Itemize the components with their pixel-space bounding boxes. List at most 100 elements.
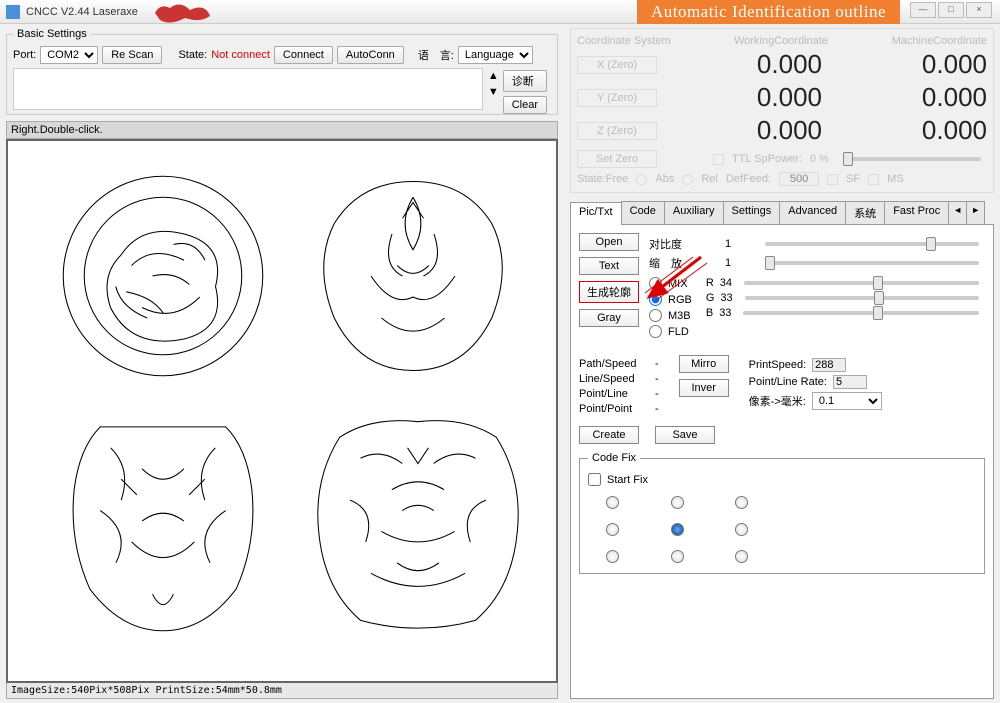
clear-button[interactable]: Clear [503, 96, 547, 114]
r-value: 34 [720, 277, 732, 289]
tab-scroll-left[interactable]: ◄ [948, 201, 967, 224]
tab-body: Open Text 生成轮廓 Gray 对比度 1 缩 放 1 [570, 225, 994, 699]
ttl-checkbox[interactable] [713, 154, 724, 165]
log-down-button[interactable]: ▼ [488, 86, 499, 98]
ttl-slider[interactable] [843, 157, 981, 161]
app-icon [6, 5, 20, 19]
x-mach-value: 0.000 [857, 49, 987, 80]
state-free: State:Free [577, 173, 628, 185]
rel-radio[interactable] [682, 174, 693, 185]
minimize-button[interactable]: — [910, 2, 936, 18]
contrast-slider[interactable] [765, 242, 979, 246]
basic-settings: Basic Settings Port: COM2 Re Scan State:… [6, 28, 558, 115]
coord-sys-label: Coordinate System [577, 35, 671, 47]
tab-code[interactable]: Code [621, 201, 665, 224]
port-label: Port: [13, 49, 36, 61]
b-slider[interactable] [743, 311, 979, 315]
banner: Automatic Identification outline [637, 0, 900, 24]
ttl-value: 0 % [810, 153, 829, 165]
ms-checkbox[interactable] [868, 174, 879, 185]
tab-pic[interactable]: Pic/Txt [570, 202, 622, 225]
contrast-label: 对比度 [649, 236, 719, 252]
annotation-arrow [641, 255, 711, 305]
port-select[interactable]: COM2 [40, 46, 98, 64]
design-1 [58, 171, 268, 381]
fix-tl[interactable] [606, 496, 619, 509]
maximize-button[interactable]: □ [938, 2, 964, 18]
contrast-value: 1 [725, 238, 753, 250]
state-value: Not connect [211, 49, 270, 61]
canvas[interactable] [6, 139, 558, 683]
tab-advanced[interactable]: Advanced [779, 201, 846, 224]
fix-bl[interactable] [606, 550, 619, 563]
plrate-input[interactable]: 5 [833, 375, 867, 389]
y-mach-value: 0.000 [857, 82, 987, 113]
invert-button[interactable]: Inver [679, 379, 729, 397]
b-value: 33 [719, 307, 731, 319]
startfix-checkbox[interactable] [588, 473, 601, 486]
tabstrip: Pic/Txt Code Auxiliary Settings Advanced… [570, 201, 994, 225]
autoconn-button[interactable]: AutoConn [337, 46, 404, 64]
create-button[interactable]: Create [579, 426, 639, 444]
x-zero-button[interactable]: X (Zero) [577, 56, 657, 74]
fix-br[interactable] [735, 550, 748, 563]
state-label: State: [178, 49, 207, 61]
codefix-legend: Code Fix [588, 452, 640, 464]
fix-tc[interactable] [671, 496, 684, 509]
diagnose-button[interactable]: 诊断 [503, 70, 547, 92]
zoom-slider[interactable] [765, 261, 979, 265]
coordinate-panel: Coordinate System WorkingCoordinate Mach… [570, 28, 994, 193]
basic-legend: Basic Settings [13, 28, 91, 40]
tab-system[interactable]: 系统 [845, 201, 885, 224]
tab-settings[interactable]: Settings [723, 201, 781, 224]
window-title: CNCC V2.44 Laseraxe [26, 6, 138, 18]
design-2 [308, 171, 518, 381]
zoom-value: 1 [725, 257, 753, 269]
z-zero-button[interactable]: Z (Zero) [577, 122, 657, 140]
coord-work-label: WorkingCoordinate [734, 35, 828, 47]
language-label: 语 言: [418, 47, 454, 63]
m3b-radio[interactable] [649, 309, 662, 322]
design-3 [58, 406, 268, 636]
language-select[interactable]: Language [458, 46, 533, 64]
z-work-value: 0.000 [692, 115, 822, 146]
fix-mr[interactable] [735, 523, 748, 536]
px2mm-select[interactable]: 0.1 [812, 392, 882, 410]
fix-bc[interactable] [671, 550, 684, 563]
title-bar: CNCC V2.44 Laseraxe Automatic Identifica… [0, 0, 1000, 24]
log-up-button[interactable]: ▲ [488, 70, 499, 82]
abs-radio[interactable] [636, 174, 647, 185]
mirror-button[interactable]: Mirro [679, 355, 729, 373]
close-button[interactable]: × [966, 2, 992, 18]
text-button[interactable]: Text [579, 257, 639, 275]
canvas-header: Right.Double-click. [6, 121, 558, 139]
deffeed-label: DefFeed: [726, 173, 771, 185]
coord-mach-label: MachineCoordinate [892, 35, 987, 47]
canvas-footer: ImageSize:540Pix*508Pix PrintSize:54mm*5… [6, 683, 558, 699]
fix-ml[interactable] [606, 523, 619, 536]
ttl-label: TTL SpPower: [732, 153, 802, 165]
tab-scroll-right[interactable]: ► [966, 201, 985, 224]
gray-button[interactable]: Gray [579, 309, 639, 327]
g-slider[interactable] [745, 296, 979, 300]
fix-mc[interactable] [671, 523, 684, 536]
set-zero-button[interactable]: Set Zero [577, 150, 657, 168]
rescan-button[interactable]: Re Scan [102, 46, 162, 64]
x-work-value: 0.000 [692, 49, 822, 80]
connect-button[interactable]: Connect [274, 46, 333, 64]
sf-checkbox[interactable] [827, 174, 838, 185]
fld-radio[interactable] [649, 325, 662, 338]
deffeed-input[interactable]: 500 [779, 172, 819, 186]
outline-button[interactable]: 生成轮廓 [579, 281, 639, 303]
design-4 [308, 406, 528, 636]
tab-fast[interactable]: Fast Proc [884, 201, 949, 224]
z-mach-value: 0.000 [857, 115, 987, 146]
save-button[interactable]: Save [655, 426, 715, 444]
print-speed-input[interactable]: 288 [812, 358, 846, 372]
r-slider[interactable] [744, 281, 979, 285]
open-button[interactable]: Open [579, 233, 639, 251]
fix-tr[interactable] [735, 496, 748, 509]
code-fix: Code Fix Start Fix [579, 452, 985, 574]
tab-auxiliary[interactable]: Auxiliary [664, 201, 724, 224]
y-zero-button[interactable]: Y (Zero) [577, 89, 657, 107]
